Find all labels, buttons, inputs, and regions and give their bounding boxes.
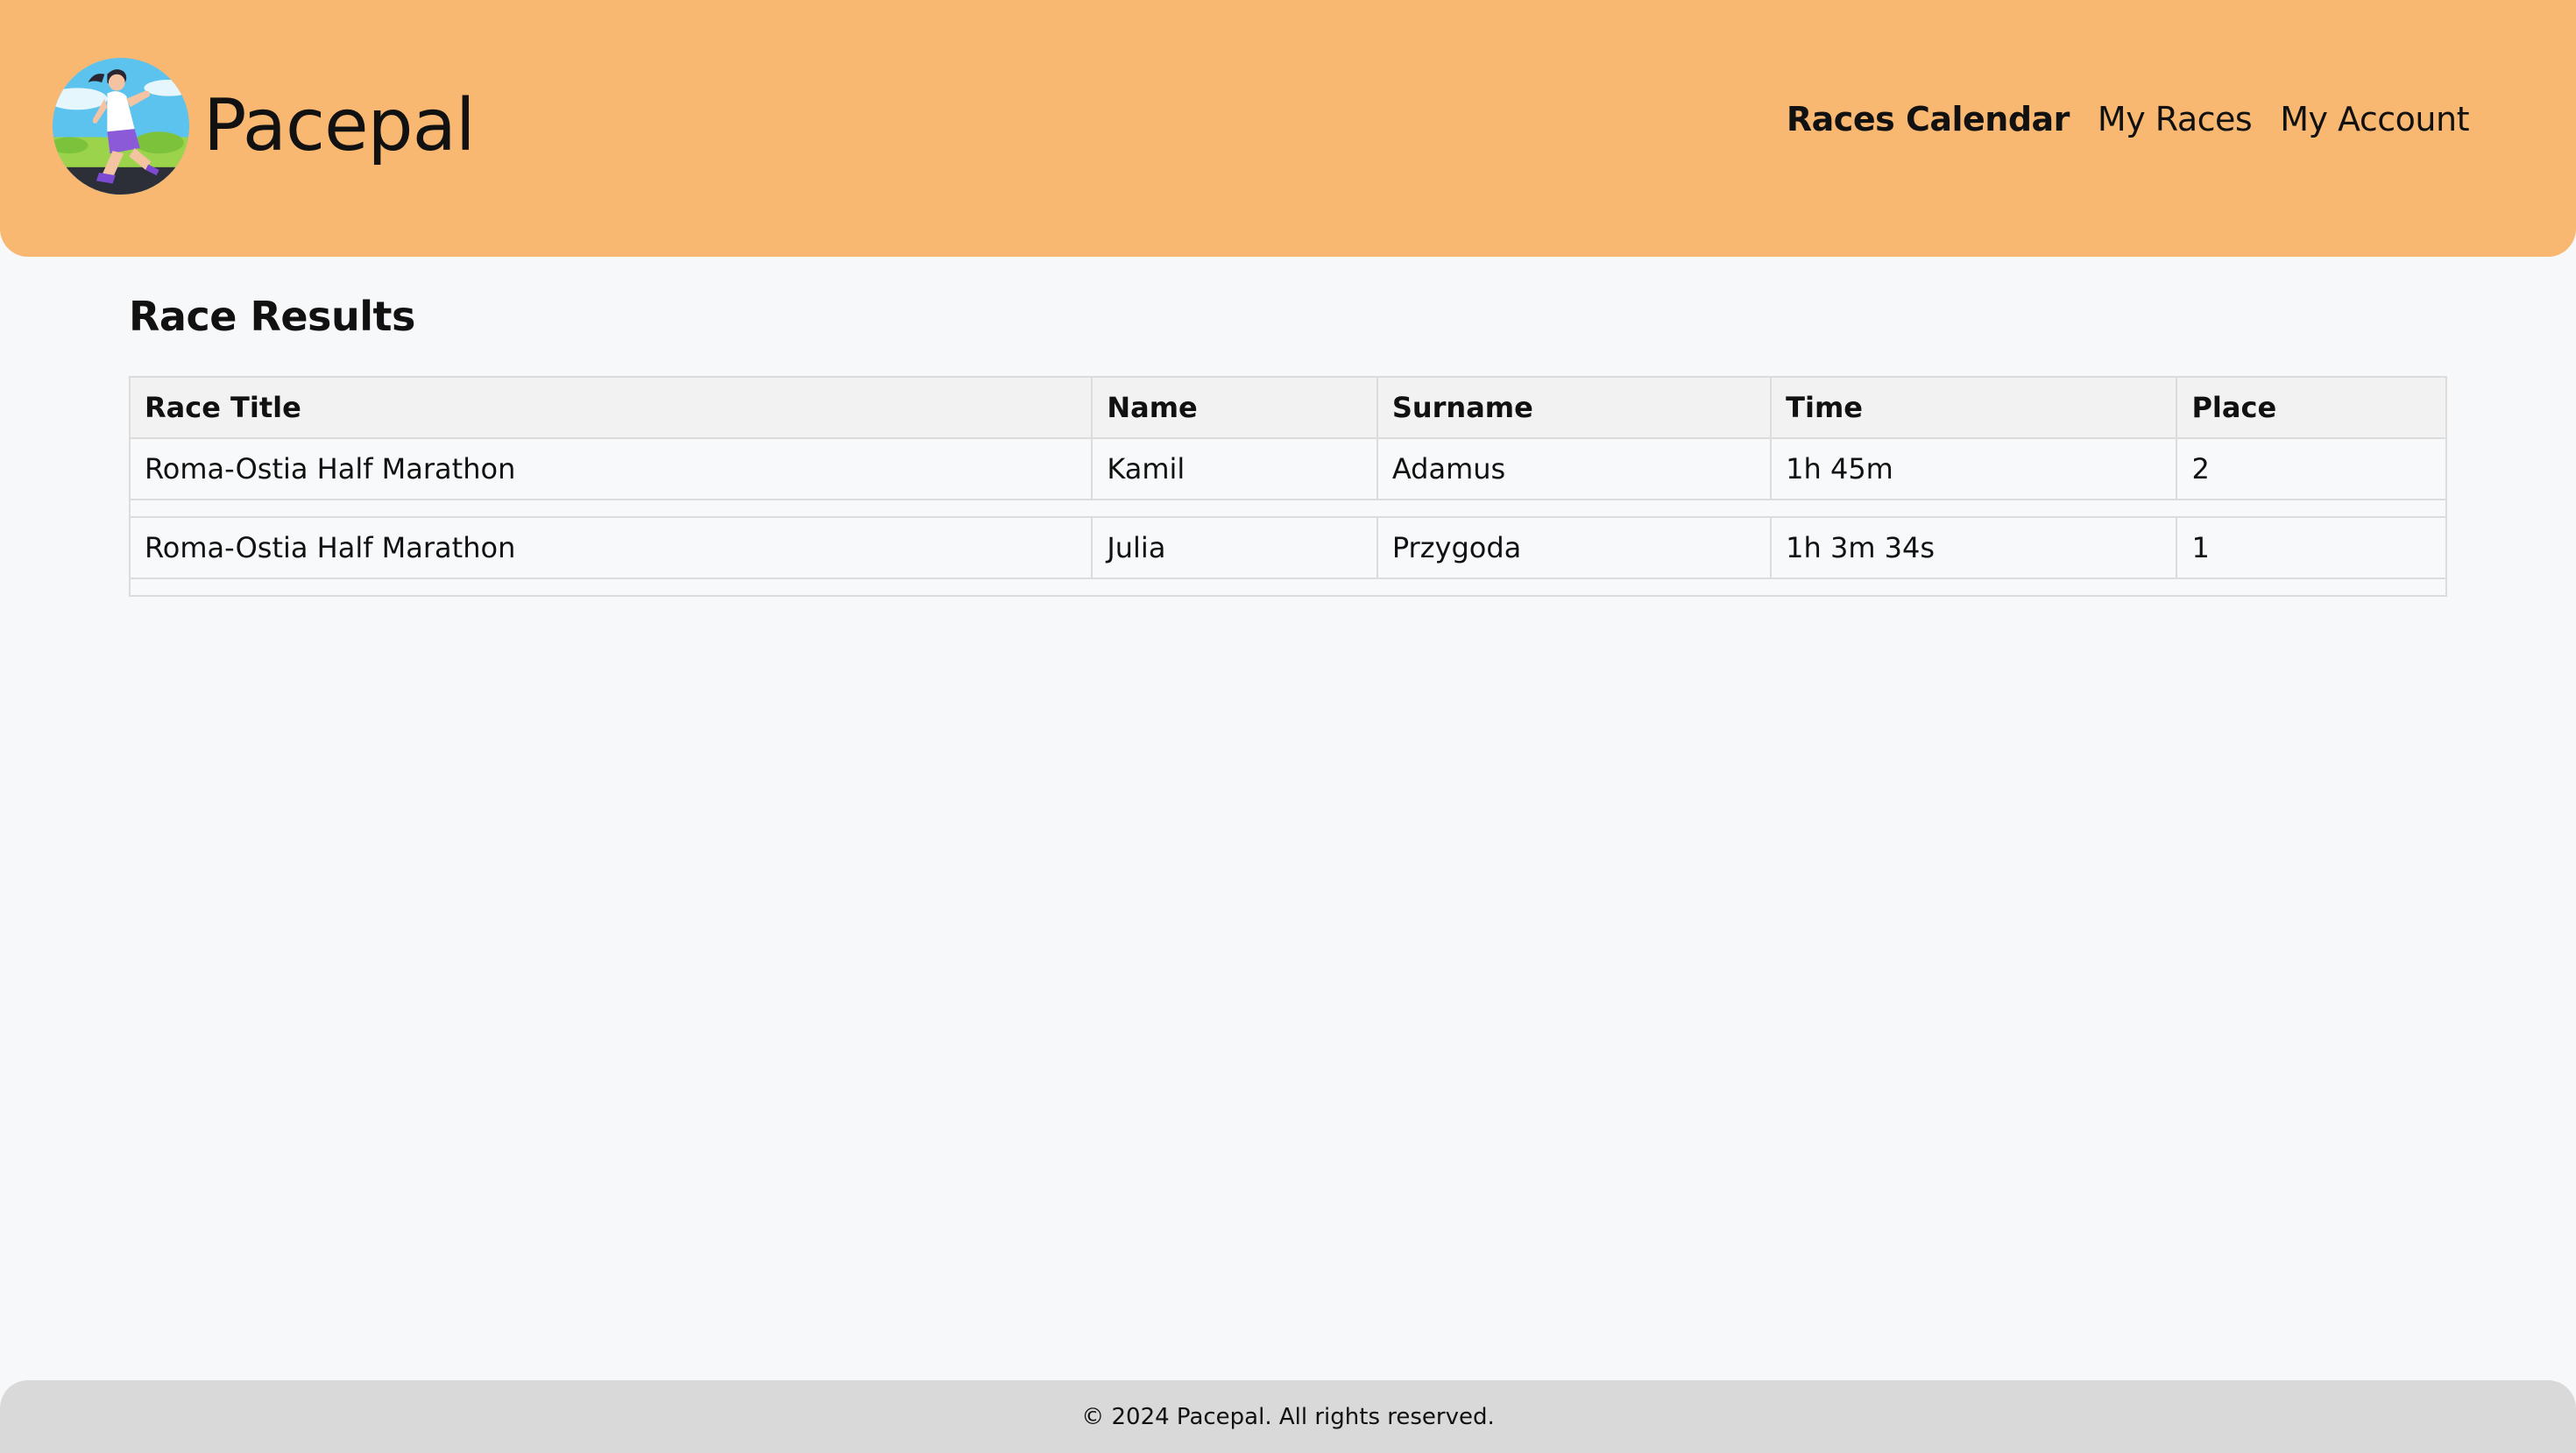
- table-spacer-row: [129, 578, 2447, 597]
- runner-logo-icon[interactable]: [53, 58, 189, 195]
- brand[interactable]: Pacepal: [53, 54, 476, 198]
- table-spacer-row: [129, 499, 2447, 518]
- table-row: Roma-Ostia Half Marathon Julia Przygoda …: [128, 516, 2447, 579]
- cell-surname: Adamus: [1376, 437, 1773, 500]
- cell-name: Kamil: [1091, 437, 1378, 500]
- nav-my-races[interactable]: My Races: [2098, 96, 2253, 142]
- page-title: Race Results: [129, 293, 415, 340]
- column-header-name: Name: [1091, 376, 1378, 439]
- cell-place: 2: [2176, 437, 2447, 500]
- cell-surname: Przygoda: [1376, 516, 1773, 579]
- nav-races-calendar[interactable]: Races Calendar: [1787, 96, 2070, 142]
- column-header-time: Time: [1770, 376, 2178, 439]
- copyright-text: © 2024 Pacepal. All rights reserved.: [1081, 1403, 1495, 1430]
- spacer-cell: [129, 578, 2447, 597]
- column-header-surname: Surname: [1376, 376, 1773, 439]
- nav-my-account[interactable]: My Account: [2280, 96, 2469, 142]
- cell-race-title: Roma-Ostia Half Marathon: [128, 437, 1093, 500]
- site-header: Pacepal Races Calendar My Races My Accou…: [0, 0, 2576, 257]
- main-content: Race Results Race Title Name Surname Tim…: [128, 289, 2447, 597]
- table-header-row: Race Title Name Surname Time Place: [128, 376, 2447, 439]
- spacer-cell: [129, 499, 2447, 518]
- race-results-table: Race Title Name Surname Time Place Roma-…: [128, 376, 2447, 597]
- column-header-race-title: Race Title: [128, 376, 1093, 439]
- table-row: Roma-Ostia Half Marathon Kamil Adamus 1h…: [128, 437, 2447, 500]
- site-footer: © 2024 Pacepal. All rights reserved.: [0, 1380, 2576, 1453]
- cell-name: Julia: [1091, 516, 1378, 579]
- cell-time: 1h 45m: [1770, 437, 2178, 500]
- main-nav: Races Calendar My Races My Account: [1787, 96, 2470, 142]
- cell-race-title: Roma-Ostia Half Marathon: [128, 516, 1093, 579]
- brand-name[interactable]: Pacepal: [203, 90, 476, 162]
- column-header-place: Place: [2176, 376, 2447, 439]
- cell-time: 1h 3m 34s: [1770, 516, 2178, 579]
- cell-place: 1: [2176, 516, 2447, 579]
